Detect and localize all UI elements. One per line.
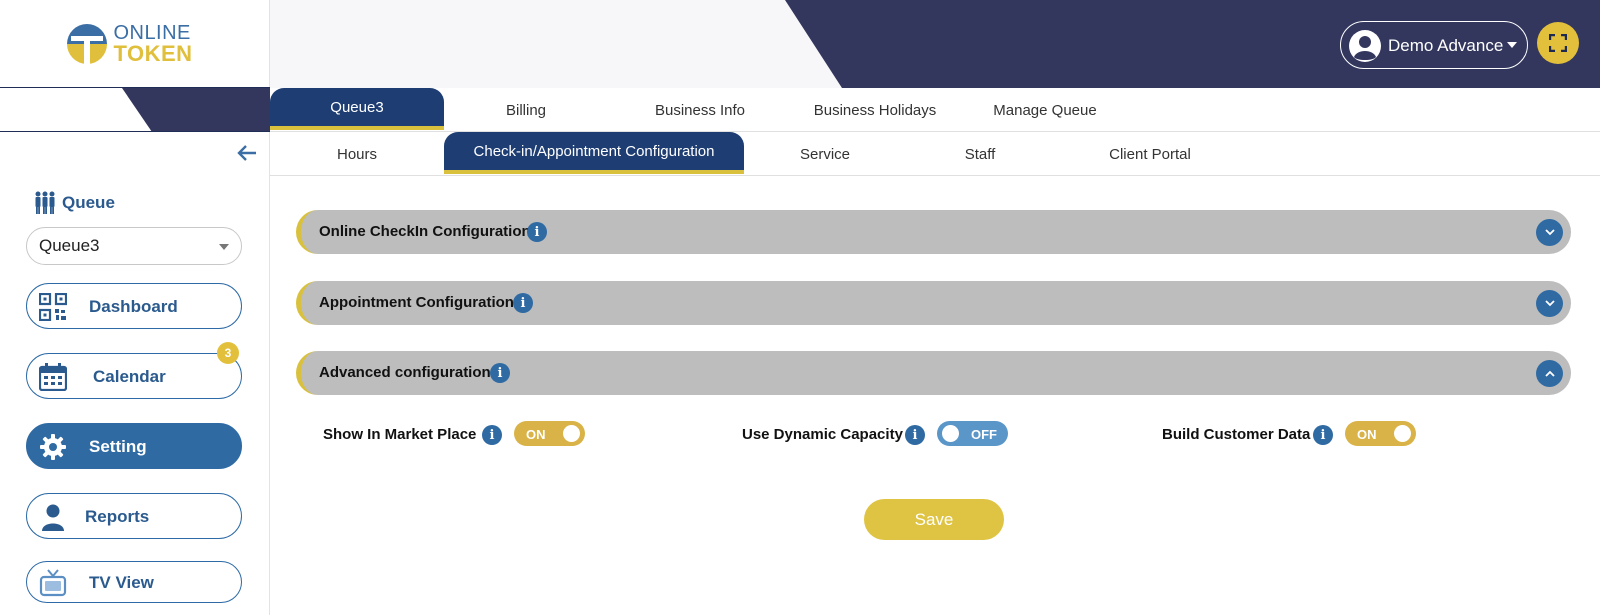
nav-label: Dashboard	[89, 297, 178, 316]
info-icon[interactable]: i	[1313, 425, 1333, 445]
accordion-online-checkin[interactable]: Online CheckIn Configuration i	[296, 210, 1571, 254]
accordion-toggle[interactable]	[1536, 219, 1563, 246]
chevron-down-icon	[1507, 42, 1517, 48]
toggle-state: OFF	[971, 427, 997, 442]
toggle-knob	[942, 425, 959, 442]
tab-manage-queue[interactable]: Manage Queue	[970, 88, 1120, 132]
fullscreen-icon	[1549, 34, 1567, 52]
nav-label: Reports	[85, 507, 150, 526]
user-name: Demo Advance	[1388, 36, 1504, 55]
chevron-up-icon	[1544, 370, 1555, 377]
info-icon[interactable]: i	[482, 425, 502, 445]
toggle-knob	[1394, 425, 1411, 442]
person-icon	[42, 504, 64, 531]
sidebar-banner	[0, 88, 270, 132]
tabs-secondary: Hours Check-in/Appointment Configuration…	[270, 132, 1600, 176]
gear-icon	[40, 434, 66, 460]
tab-queue3[interactable]: Queue3	[270, 88, 444, 130]
caret-down-icon	[219, 244, 229, 250]
accordion-toggle[interactable]	[1536, 290, 1563, 317]
queue-select[interactable]: Queue3	[26, 227, 242, 265]
nav-label: Setting	[89, 437, 147, 456]
nav-tv-view[interactable]: TV View	[26, 561, 242, 603]
info-icon[interactable]: i	[490, 363, 510, 383]
toggle-knob	[563, 425, 580, 442]
tab-business-info[interactable]: Business Info	[620, 88, 780, 132]
accordion-title: Advanced configuration	[319, 364, 491, 381]
nav-label: Calendar	[93, 367, 166, 386]
user-avatar-icon	[1349, 30, 1381, 62]
people-group-icon	[35, 191, 55, 214]
tab-hours[interactable]: Hours	[270, 132, 444, 176]
accordion-toggle[interactable]	[1536, 360, 1563, 387]
logo-line2: TOKEN	[113, 40, 193, 66]
notification-badge: 3	[217, 342, 239, 364]
nav-dashboard[interactable]: Dashboard	[26, 283, 242, 329]
accordion-advanced[interactable]: Advanced configuration i	[296, 351, 1571, 395]
accordion-appointment[interactable]: Appointment Configuration i	[296, 281, 1571, 325]
tab-staff[interactable]: Staff	[920, 132, 1040, 176]
info-icon[interactable]: i	[527, 222, 547, 242]
fullscreen-button[interactable]	[1537, 22, 1579, 64]
option-label-dynamic-capacity: Use Dynamic Capacity	[742, 426, 903, 443]
toggle-build-customer-data[interactable]: ON	[1345, 421, 1416, 446]
option-label-build-customer-data: Build Customer Data	[1162, 426, 1311, 443]
tab-client-portal[interactable]: Client Portal	[1070, 132, 1230, 176]
nav-calendar[interactable]: Calendar 3	[26, 342, 242, 399]
tab-service[interactable]: Service	[750, 132, 900, 176]
chevron-down-icon	[1544, 229, 1555, 236]
nav-label: TV View	[89, 573, 154, 592]
accordion-title: Appointment Configuration	[319, 294, 514, 311]
tabs-primary: Queue3 Billing Business Info Business Ho…	[270, 88, 1600, 132]
tab-checkin-appointment-configuration[interactable]: Check-in/Appointment Configuration	[444, 132, 744, 174]
nav-reports[interactable]: Reports	[26, 493, 242, 539]
collapse-sidebar-button[interactable]	[236, 142, 260, 166]
info-icon[interactable]: i	[905, 425, 925, 445]
calendar-icon	[39, 363, 67, 391]
nav-setting[interactable]: Setting	[26, 423, 242, 469]
toggle-use-dynamic-capacity[interactable]: OFF	[937, 421, 1008, 446]
qr-code-icon	[39, 293, 67, 321]
tab-business-holidays[interactable]: Business Holidays	[790, 88, 960, 132]
toggle-state: ON	[526, 427, 546, 442]
queue-select-value: Queue3	[39, 236, 100, 255]
toggle-state: ON	[1357, 427, 1377, 442]
app-root: Demo Advance ONLINE TOKEN Queue Queue3 D…	[0, 0, 1600, 615]
chevron-down-icon	[1544, 300, 1555, 307]
arrow-left-icon	[237, 145, 256, 161]
option-label-market-place: Show In Market Place	[323, 426, 477, 443]
tab-billing[interactable]: Billing	[456, 88, 596, 132]
queue-label: Queue	[62, 193, 115, 212]
toggle-show-in-market-place[interactable]: ON	[514, 421, 585, 446]
online-token-logo-icon	[67, 23, 108, 64]
queue-heading: Queue	[34, 191, 115, 215]
save-button[interactable]: Save	[864, 499, 1004, 540]
logo: ONLINE TOKEN	[0, 0, 270, 88]
tv-icon	[39, 569, 67, 597]
user-menu-button[interactable]: Demo Advance	[1340, 21, 1528, 69]
accordion-title: Online CheckIn Configuration	[319, 223, 531, 240]
info-icon[interactable]: i	[513, 293, 533, 313]
logo-line1: ONLINE	[113, 21, 191, 44]
sidebar: ONLINE TOKEN Queue Queue3 Dashboard Cale…	[0, 0, 270, 615]
